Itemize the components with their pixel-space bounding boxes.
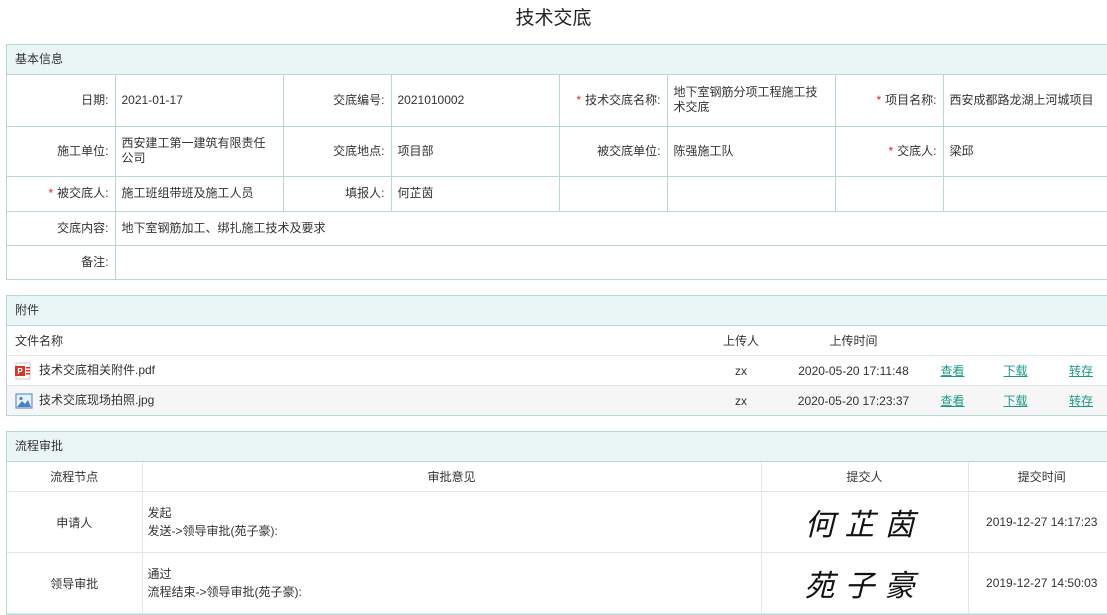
page-title: 技术交底 — [515, 8, 592, 29]
flow-row: 领导审批 通过流程结束->领导审批(苑子豪): 苑子豪 2019-12-27 1… — [7, 552, 1107, 614]
empty-cell — [943, 176, 1107, 212]
col-submitter: 提交人 — [761, 462, 969, 492]
view-link[interactable]: 查看 — [940, 364, 964, 378]
code-value: 2021010002 — [391, 75, 560, 127]
place-label: 交底地点: — [283, 126, 392, 177]
filler-label: 填报人: — [283, 176, 392, 212]
signature-image: 苑子豪 — [804, 569, 925, 604]
flow-approval-header: 流程审批 — [7, 432, 1107, 462]
place-value: 项目部 — [391, 126, 560, 177]
filler-value: 何芷茵 — [391, 176, 560, 212]
svg-text:P: P — [17, 367, 23, 376]
attachment-row: 技术交底现场拍照.jpg zx 2020-05-20 17:23:37 查看 下… — [7, 385, 1107, 415]
file-name: 技术交底相关附件.pdf — [39, 363, 156, 378]
required-mark: * — [48, 186, 54, 200]
discloser-label: 交底人: — [897, 143, 937, 158]
col-flow-node: 流程节点 — [7, 462, 143, 492]
flow-row: 申请人 发起发送->领导审批(苑子豪): 何芷茵 2019-12-27 14:1… — [7, 491, 1107, 553]
receiver-value: 施工班组带班及施工人员 — [115, 176, 284, 212]
flow-approval-table: 流程节点 审批意见 提交人 提交时间 申请人 发起发送->领导审批(苑子豪): … — [7, 462, 1107, 614]
name-value: 地下室钢筋分项工程施工技术交底 — [667, 75, 836, 127]
empty-cell — [559, 176, 668, 212]
discloser-value: 梁邱 — [943, 126, 1107, 177]
file-upload-time: 2020-05-20 17:11:48 — [786, 355, 921, 386]
col-opinion: 审批意见 — [142, 462, 762, 492]
code-label: 交底编号: — [283, 75, 392, 127]
opinion-route: 流程结束->领导审批(苑子豪): — [147, 585, 302, 599]
remark-value — [115, 245, 1107, 279]
receiver-unit-value: 陈强施工队 — [667, 126, 836, 177]
col-uploader: 上传人 — [696, 326, 786, 356]
file-uploader: zx — [735, 393, 747, 408]
content-label: 交底内容: — [7, 211, 116, 246]
save-link[interactable]: 转存 — [1069, 364, 1093, 378]
date-value: 2021-01-17 — [115, 75, 284, 127]
flow-node: 领导审批 — [7, 552, 143, 614]
required-mark: * — [888, 143, 894, 158]
remark-label: 备注: — [7, 245, 116, 279]
unit-value: 西安建工第一建筑有限责任公司 — [115, 126, 284, 177]
project-label: 项目名称: — [885, 92, 937, 107]
col-upload-time: 上传时间 — [786, 326, 921, 356]
receiver-unit-label: 被交底单位: — [559, 126, 668, 177]
file-uploader: zx — [696, 355, 786, 386]
unit-label: 施工单位: — [7, 126, 116, 177]
file-name: 技术交底现场拍照.jpg — [39, 393, 155, 408]
date-label: 日期: — [7, 75, 116, 127]
attachments-header: 附件 — [7, 296, 1107, 326]
receiver-label: 被交底人: — [57, 186, 109, 200]
basic-info-header: 基本信息 — [7, 45, 1107, 75]
content-value: 地下室钢筋加工、绑扎施工技术及要求 — [115, 211, 1107, 246]
required-mark: * — [876, 92, 882, 107]
required-mark: * — [576, 92, 582, 107]
col-file-name: 文件名称 — [7, 326, 696, 356]
submit-time: 2019-12-27 14:17:23 — [968, 491, 1107, 553]
file-upload-time: 2020-05-20 17:23:37 — [797, 393, 910, 408]
project-value: 西安成都路龙湖上河城项目 — [943, 75, 1107, 127]
opinion-text: 通过 — [147, 567, 172, 581]
download-link[interactable]: 下载 — [1003, 364, 1027, 378]
basic-info-table: 日期: 2021-01-17 交底编号: 2021010002 * 技术交底名称:… — [7, 75, 1107, 279]
opinion-route: 发送->领导审批(苑子豪): — [147, 524, 278, 538]
submit-time: 2019-12-27 14:50:03 — [968, 552, 1107, 614]
empty-cell — [835, 176, 944, 212]
view-link[interactable]: 查看 — [940, 394, 964, 408]
name-label: 技术交底名称: — [585, 92, 661, 107]
signature-image: 何芷茵 — [804, 508, 925, 543]
empty-cell — [667, 176, 836, 212]
pdf-icon: P — [15, 362, 33, 380]
col-submit-time: 提交时间 — [968, 462, 1107, 492]
opinion-text: 发起 — [147, 506, 172, 520]
attachments-table: 文件名称 上传人 上传时间 P 技术交底相关附件.pdf zx 2020-05-… — [7, 326, 1107, 415]
download-link[interactable]: 下载 — [1003, 394, 1027, 408]
save-link[interactable]: 转存 — [1069, 394, 1093, 408]
basic-info-panel: 基本信息 日期: 2021-01-17 交底编号: 2021010002 * 技术… — [6, 44, 1107, 280]
image-icon — [15, 392, 33, 410]
attachments-panel: 附件 文件名称 上传人 上传时间 P 技术交底相关附件.pdf zx 2020-… — [6, 295, 1107, 416]
flow-node: 申请人 — [7, 491, 143, 553]
attachment-row: P 技术交底相关附件.pdf zx 2020-05-20 17:11:48 查看… — [7, 355, 1107, 386]
flow-approval-panel: 流程审批 流程节点 审批意见 提交人 提交时间 申请人 发起发送->领导审批(苑… — [6, 431, 1107, 615]
